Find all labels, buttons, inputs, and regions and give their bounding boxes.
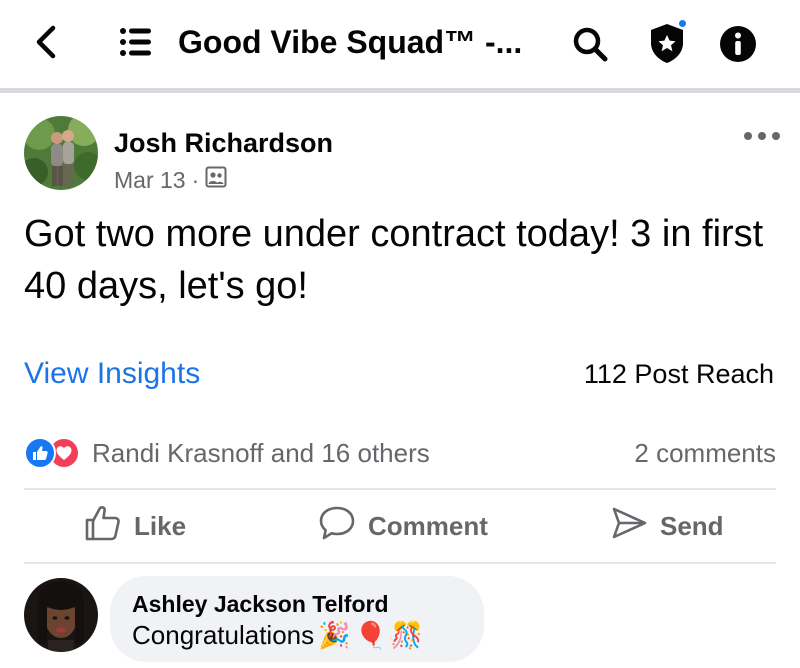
menu-icon[interactable]	[116, 22, 156, 62]
like-label: Like	[134, 510, 187, 541]
send-button[interactable]: Send	[610, 504, 724, 548]
comment-body: Congratulations	[132, 620, 315, 650]
balloon-emoji: 🎈	[354, 620, 387, 650]
comments-count[interactable]: 2 comments	[634, 436, 776, 470]
comment-label: Comment	[368, 510, 488, 541]
meta-separator: ·	[191, 167, 200, 193]
like-icon	[84, 504, 122, 549]
send-icon	[610, 504, 648, 549]
post-author-name[interactable]: Josh Richardson	[114, 126, 333, 160]
post-text: Got two more under contract today! 3 in …	[24, 213, 764, 307]
like-button[interactable]: Like	[84, 504, 186, 548]
post-reach: 112 Post Reach	[583, 359, 774, 389]
post-date[interactable]: Mar 13	[114, 166, 186, 194]
more-options-icon[interactable]	[744, 124, 780, 148]
author-avatar[interactable]	[24, 116, 98, 190]
search-icon[interactable]	[566, 20, 614, 68]
group-title[interactable]: Good Vibe Squad™ -...	[178, 22, 522, 62]
reactions-summary[interactable]: Randi Krasnoff and 16 others	[24, 436, 430, 470]
back-arrow-icon[interactable]	[26, 22, 66, 62]
top-bar: Good Vibe Squad™ -...	[0, 0, 800, 88]
info-icon[interactable]	[714, 20, 762, 68]
post-meta: Mar 13 ·	[114, 166, 227, 194]
confetti-ball-emoji: 🎊	[390, 620, 424, 650]
commenter-avatar[interactable]	[24, 578, 98, 652]
party-popper-emoji: 🎉	[318, 620, 351, 650]
commenter-name[interactable]: Ashley Jackson Telford	[132, 590, 462, 618]
send-label: Send	[660, 510, 724, 541]
comment-icon	[318, 504, 356, 549]
reactions-text: Randi Krasnoff and 16 others	[92, 438, 430, 468]
admin-shield-icon[interactable]	[640, 16, 694, 70]
divider-bottom	[24, 562, 776, 564]
group-members-icon	[205, 166, 227, 194]
comment-text: Congratulations 🎉 🎈 🎊	[132, 618, 462, 652]
comment-bubble[interactable]: Ashley Jackson Telford Congratulations 🎉…	[110, 576, 484, 662]
notification-dot	[677, 18, 688, 29]
like-reaction-icon	[24, 437, 56, 469]
header-divider	[0, 88, 800, 93]
divider-top	[24, 488, 776, 490]
comment-button[interactable]: Comment	[318, 504, 488, 548]
view-insights-link[interactable]: View Insights	[24, 354, 200, 394]
